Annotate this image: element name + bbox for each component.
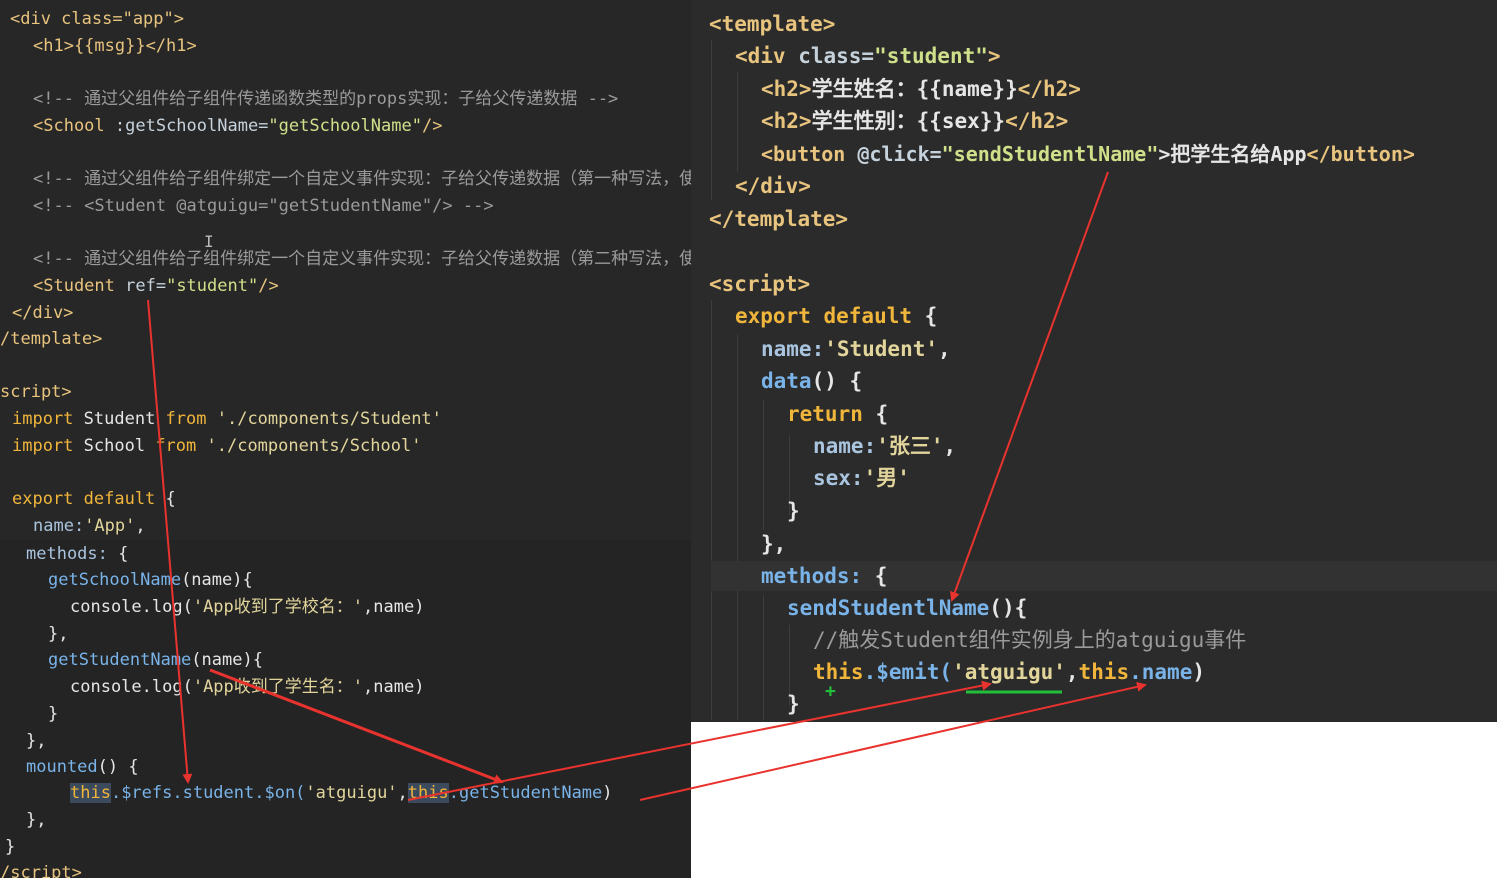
arrow-this-name (639, 681, 1147, 801)
arrow-getstudentname (209, 668, 504, 784)
arrow-ref-to-refs (147, 299, 193, 784)
arrow-atguigu-event (407, 680, 992, 801)
arrow-click-handler (950, 171, 1109, 602)
annotation-arrows (147, 171, 1147, 801)
